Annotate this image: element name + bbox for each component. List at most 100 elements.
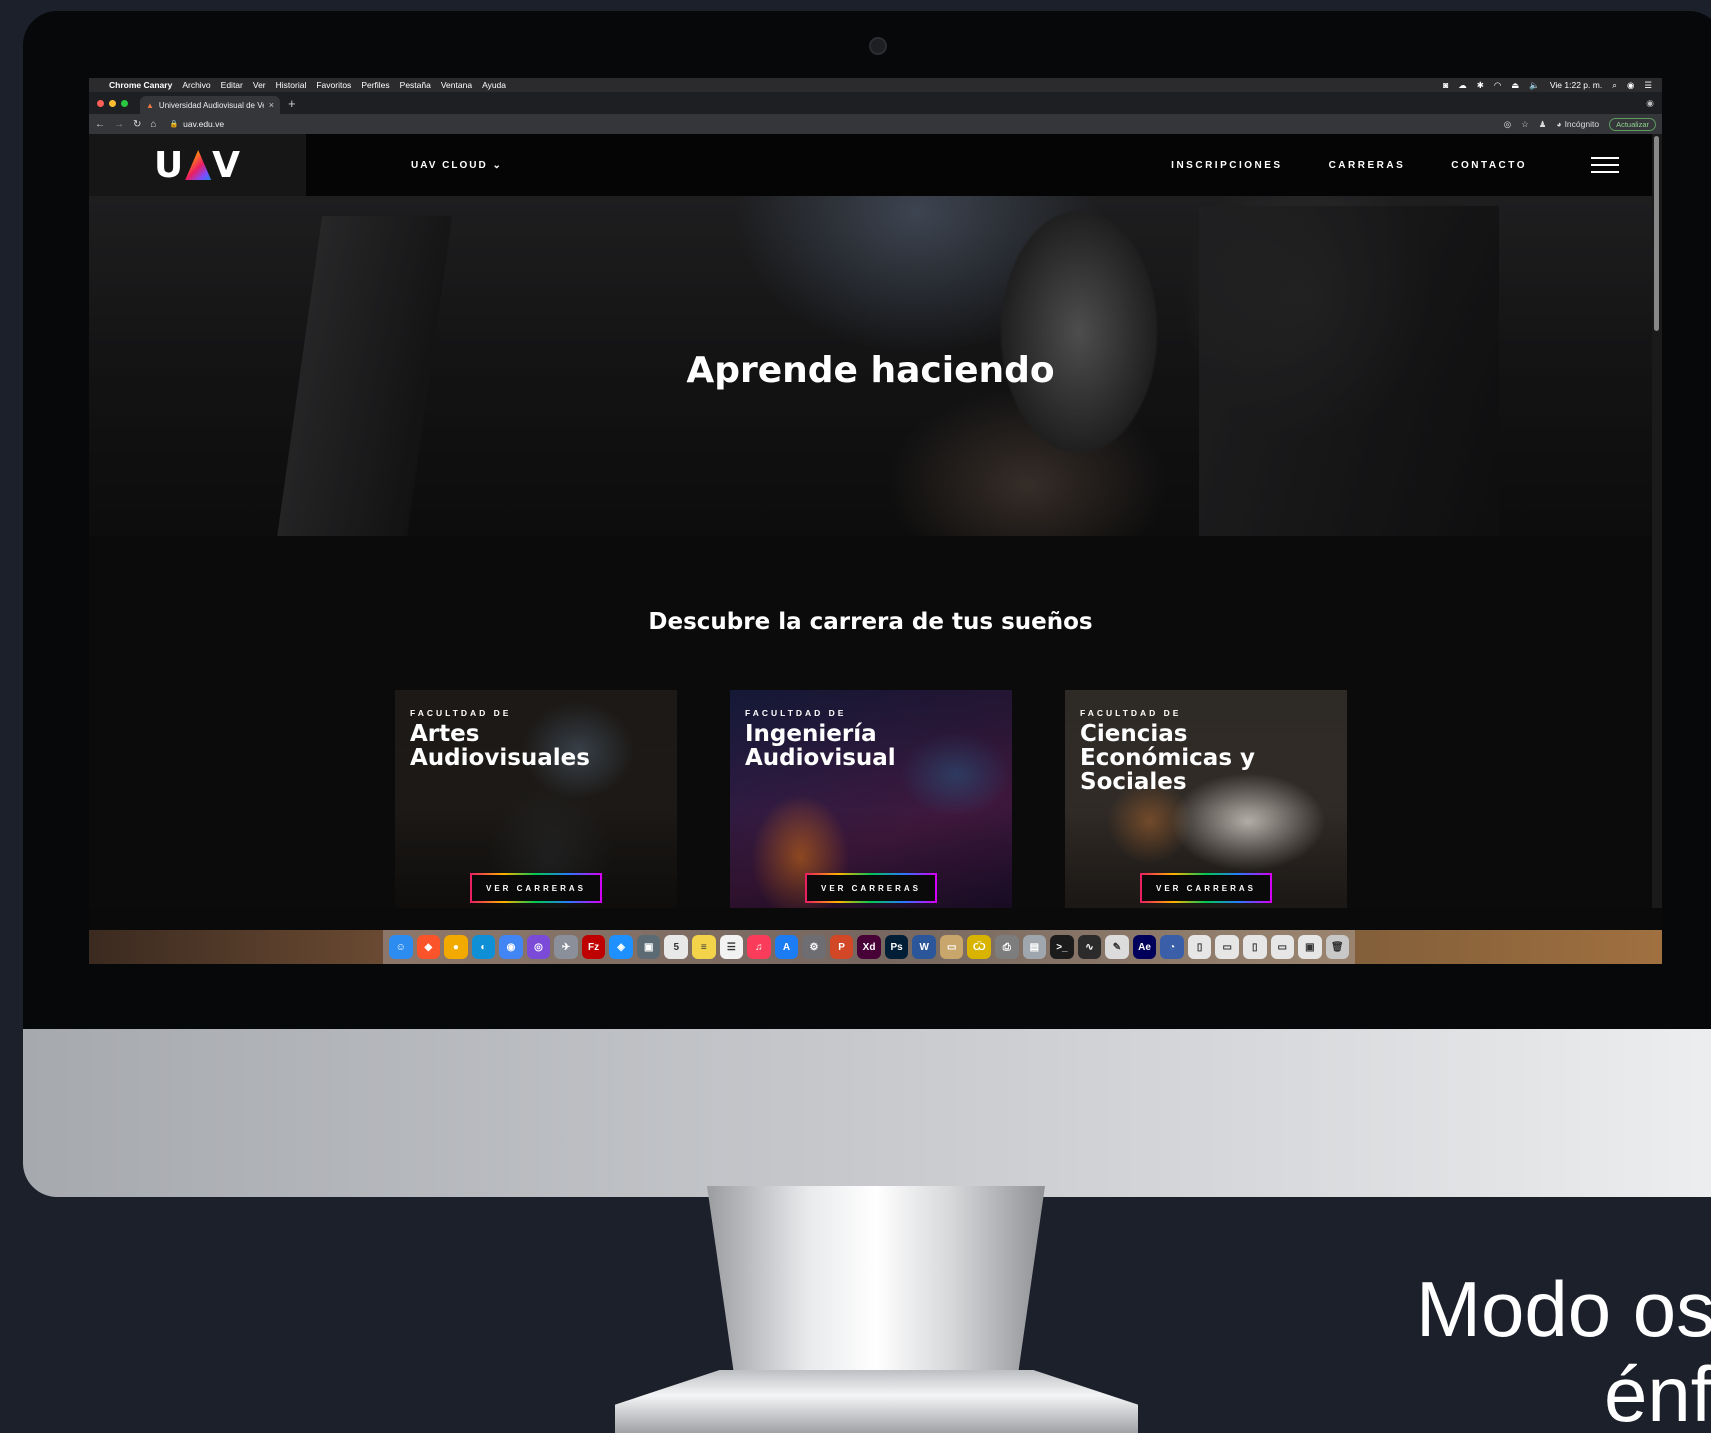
script-editor-icon[interactable]: ✎ <box>1105 935 1129 959</box>
window-controls <box>97 99 128 107</box>
minimize-window-button[interactable] <box>109 99 116 107</box>
chrome-canary-icon[interactable]: ● <box>444 935 468 959</box>
update-button[interactable]: Actualizar <box>1609 117 1656 131</box>
faculty-card-ingenieria[interactable]: FACULTDAD DE Ingeniería Audiovisual VER … <box>730 690 1012 908</box>
notes-icon[interactable]: ≡ <box>692 935 716 959</box>
bluetooth-icon[interactable]: ✱ <box>1477 80 1484 91</box>
mail-doc-icon[interactable]: ▭ <box>1215 935 1239 959</box>
url-text[interactable]: uav.edu.ve <box>183 119 224 129</box>
address-bar[interactable]: 🔒 uav.edu.ve <box>169 119 224 129</box>
screen-record-icon[interactable]: ◙ <box>1443 80 1448 90</box>
eye-icon[interactable]: ◎ <box>1504 119 1511 130</box>
volume-icon[interactable]: 🔈 <box>1529 80 1540 91</box>
dock-shelf: ☺ ◆ ● ◐ ◉ ◎ ✈ Fz ◈ ▣ 5 ≡ ☰ ♫ A ⚙ P Xd Ps W ▭ Ѿ ⎙ ▤ >_ ∿ ✎ Ae ◔ ▯ ▭ ▯ ▭ ▣ 🗑 <box>383 930 1355 964</box>
logo-a-triangle-icon <box>185 150 212 180</box>
logo-link[interactable]: U V <box>89 134 306 196</box>
powerpoint-icon[interactable]: P <box>829 935 854 959</box>
forward-icon[interactable]: → <box>114 119 124 130</box>
xd-icon[interactable]: Xd <box>857 935 881 959</box>
menu-pestana[interactable]: Pestaña <box>400 80 431 90</box>
archive-icon[interactable]: ▤ <box>1022 935 1047 959</box>
back-icon[interactable]: ← <box>95 119 105 130</box>
menu-ventana[interactable]: Ventana <box>441 80 472 90</box>
home-icon[interactable]: ⌂ <box>150 119 156 130</box>
website: U V UAV CLOUD ⌄ INSCRIPCIONES CARRERAS C… <box>89 134 1652 908</box>
document-icon[interactable]: ▯ <box>1187 935 1212 959</box>
extension-icon[interactable]: ♟ <box>1539 119 1547 130</box>
faculty-card-ciencias[interactable]: FACULTDAD DE Ciencias Económicas y Socia… <box>1065 690 1347 908</box>
new-tab-button[interactable]: + <box>288 96 296 111</box>
faculty-card-artes[interactable]: FACULTDAD DE Artes Audiovisuales VER CAR… <box>395 690 677 908</box>
photoshop-icon[interactable]: Ps <box>884 935 909 959</box>
siri-menubar-icon[interactable]: ◉ <box>1627 80 1634 91</box>
spotlight-icon[interactable]: ⌕ <box>1612 80 1617 91</box>
launchpad-icon[interactable]: ✈ <box>554 935 578 959</box>
nav-contacto[interactable]: CONTACTO <box>1451 160 1527 171</box>
music-icon[interactable]: ♫ <box>747 935 771 959</box>
activity-monitor-icon[interactable]: ∿ <box>1077 935 1102 959</box>
section-title: Descubre la carrera de tus sueños <box>648 609 1093 635</box>
incognito-badge[interactable]: ◕ Incógnito <box>1556 119 1599 129</box>
ver-carreras-button[interactable]: VER CARRERAS <box>470 873 602 903</box>
edge-icon[interactable]: ◐ <box>471 935 496 959</box>
menu-perfiles[interactable]: Perfiles <box>361 80 389 90</box>
wifi-icon[interactable]: ◠ <box>1494 80 1501 91</box>
trash-icon[interactable]: 🗑 <box>1325 935 1350 959</box>
filezilla-icon[interactable]: Fz <box>581 935 606 959</box>
zoom-window-button[interactable] <box>121 99 128 107</box>
mac-menubar: Chrome Canary Archivo Editar Ver Histori… <box>89 78 1662 92</box>
ver-carreras-button[interactable]: VER CARRERAS <box>805 873 937 903</box>
menubar-clock[interactable]: Vie 1:22 p. m. <box>1550 80 1602 90</box>
app-store-icon[interactable]: A <box>774 935 799 959</box>
siri-icon[interactable]: ◎ <box>526 935 551 959</box>
caption-line-1: Modo os <box>1416 1265 1711 1353</box>
reload-icon[interactable]: ↻ <box>133 119 141 130</box>
text-doc-icon[interactable]: ▯ <box>1242 935 1267 959</box>
menu-favoritos[interactable]: Favoritos <box>316 80 351 90</box>
image-doc-icon[interactable]: ▭ <box>1270 935 1295 959</box>
control-center-icon[interactable]: ☰ <box>1644 80 1652 91</box>
screen: Chrome Canary Archivo Editar Ver Histori… <box>89 78 1662 964</box>
menu-ver[interactable]: Ver <box>253 80 266 90</box>
menu-historial[interactable]: Historial <box>276 80 307 90</box>
nav-uav-cloud-dropdown[interactable]: UAV CLOUD ⌄ <box>411 160 503 171</box>
nav-carreras[interactable]: CARRERAS <box>1329 160 1406 171</box>
folder-icon[interactable]: ▭ <box>939 935 964 959</box>
brave-icon[interactable]: ◆ <box>416 935 441 959</box>
menu-editar[interactable]: Editar <box>221 80 243 90</box>
bookmark-star-icon[interactable]: ☆ <box>1521 119 1529 130</box>
cloud-icon[interactable]: ☁ <box>1458 80 1467 91</box>
nav-inscripciones[interactable]: INSCRIPCIONES <box>1171 160 1282 171</box>
calendar-icon[interactable]: 5 <box>664 935 689 959</box>
close-tab-icon[interactable]: × <box>269 100 274 110</box>
hamburger-menu-icon[interactable] <box>1591 157 1619 173</box>
system-preferences-icon[interactable]: ⚙ <box>802 935 826 959</box>
quicktime-icon[interactable]: ◔ <box>1160 935 1184 959</box>
preview-icon[interactable]: ▣ <box>636 935 661 959</box>
terminal-icon[interactable]: >_ <box>1050 935 1074 959</box>
reminders-icon[interactable]: ☰ <box>719 935 744 959</box>
uav-logo: U V <box>154 145 241 186</box>
menu-ayuda[interactable]: Ayuda <box>482 80 506 90</box>
imac-stand-base <box>615 1370 1138 1433</box>
downloads-icon[interactable]: ▣ <box>1298 935 1322 959</box>
safari-icon[interactable]: ◈ <box>609 935 633 959</box>
menubar-app-name[interactable]: Chrome Canary <box>109 80 172 90</box>
finder-icon[interactable]: ☺ <box>389 935 413 959</box>
eject-icon[interactable]: ⏏ <box>1511 80 1519 91</box>
page-scrollbar[interactable] <box>1652 134 1662 908</box>
ver-carreras-button[interactable]: VER CARRERAS <box>1140 873 1272 903</box>
menu-archivo[interactable]: Archivo <box>182 80 210 90</box>
site-navbar: U V UAV CLOUD ⌄ INSCRIPCIONES CARRERAS C… <box>89 134 1652 196</box>
lock-icon[interactable]: 🔒 <box>169 120 178 128</box>
tab-search-icon[interactable]: ◉ <box>1646 98 1654 109</box>
scrollbar-thumb[interactable] <box>1654 136 1659 331</box>
menubar-status: ◙ ☁ ✱ ◠ ⏏ 🔈 Vie 1:22 p. m. ⌕ ◉ ☰ <box>1443 80 1652 91</box>
word-icon[interactable]: W <box>912 935 936 959</box>
close-window-button[interactable] <box>97 99 104 107</box>
chrome-icon[interactable]: ◉ <box>499 935 523 959</box>
coda-icon[interactable]: Ѿ <box>967 935 992 959</box>
browser-tab[interactable]: ▲ Universidad Audiovisual de Ve × <box>140 96 280 114</box>
printer-icon[interactable]: ⎙ <box>995 935 1019 959</box>
after-effects-icon[interactable]: Ae <box>1132 935 1157 959</box>
